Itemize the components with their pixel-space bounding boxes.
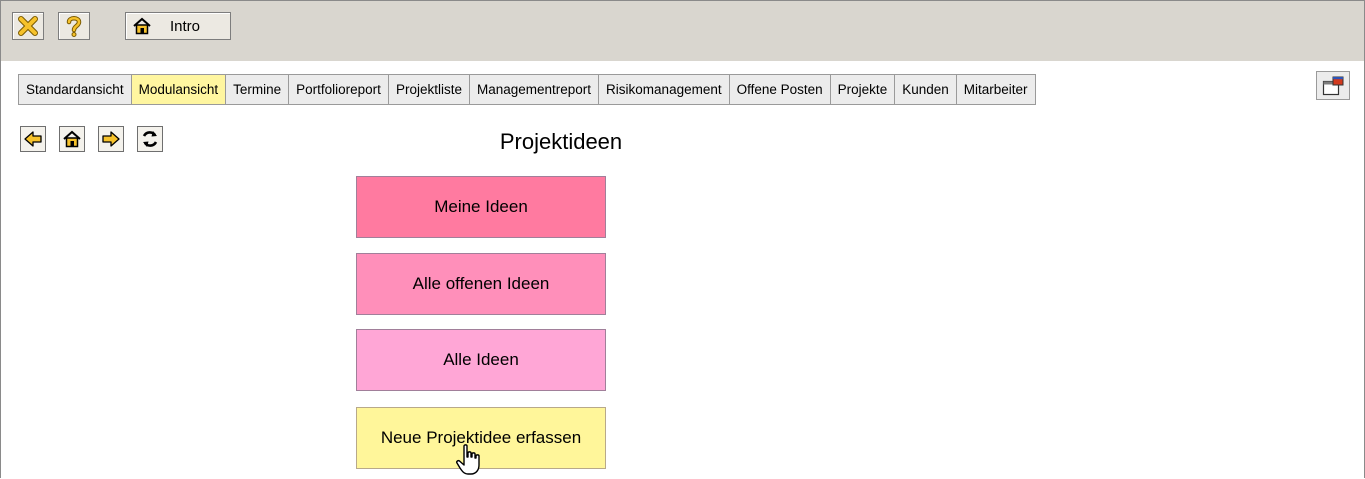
refresh-icon	[142, 131, 158, 147]
tab-projektliste[interactable]: Projektliste	[388, 75, 470, 104]
tab-standardansicht[interactable]: Standardansicht	[19, 75, 132, 104]
tab-risikomanagement[interactable]: Risikomanagement	[599, 75, 730, 104]
back-button[interactable]	[20, 126, 46, 152]
app-window: Intro Standardansicht Modulansicht Termi…	[0, 0, 1365, 478]
close-x-icon	[18, 16, 38, 36]
forward-arrow-icon	[102, 131, 120, 147]
home-nav-button[interactable]	[59, 126, 85, 152]
forward-button[interactable]	[98, 126, 124, 152]
tab-mitarbeiter[interactable]: Mitarbeiter	[956, 75, 1035, 104]
home-icon	[63, 130, 81, 148]
window-settings-icon	[1322, 76, 1344, 95]
alle-ideen-button[interactable]: Alle Ideen	[356, 329, 606, 391]
close-button[interactable]	[12, 12, 44, 40]
window-settings-button[interactable]	[1316, 71, 1350, 100]
tab-list: Standardansicht Modulansicht Termine Por…	[18, 74, 1036, 105]
hand-cursor-icon	[456, 444, 480, 475]
alle-offenen-ideen-button[interactable]: Alle offenen Ideen	[356, 253, 606, 315]
tab-modulansicht[interactable]: Modulansicht	[131, 75, 227, 104]
help-button[interactable]	[58, 12, 90, 40]
home-icon	[133, 17, 151, 35]
question-mark-icon	[66, 16, 82, 37]
meine-ideen-button[interactable]: Meine Ideen	[356, 176, 606, 238]
back-arrow-icon	[24, 131, 42, 147]
page-title: Projektideen	[499, 129, 623, 154]
tab-kunden[interactable]: Kunden	[895, 75, 957, 104]
tab-offene-posten[interactable]: Offene Posten	[729, 75, 831, 104]
tab-managementreport[interactable]: Managementreport	[469, 75, 600, 104]
tab-portfolioreport[interactable]: Portfolioreport	[289, 75, 389, 104]
tab-termine[interactable]: Termine	[226, 75, 290, 104]
intro-button[interactable]: Intro	[125, 12, 231, 40]
top-toolbar: Intro	[1, 1, 1364, 62]
tab-bar: Standardansicht Modulansicht Termine Por…	[1, 61, 1364, 117]
intro-label: Intro	[170, 17, 201, 35]
refresh-button[interactable]	[137, 126, 163, 152]
tab-projekte[interactable]: Projekte	[830, 75, 896, 104]
